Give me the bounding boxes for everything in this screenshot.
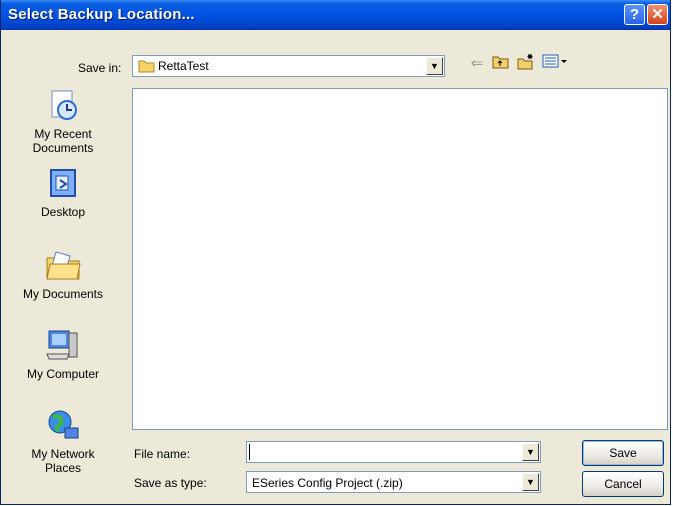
save-button[interactable]: Save xyxy=(582,440,664,466)
current-folder-text: RettaTest xyxy=(158,59,209,73)
save-in-label: Save in: xyxy=(78,61,122,75)
file-name-label: File name: xyxy=(134,447,191,461)
save-dialog: Select Backup Location... ? ✕ Save in: R… xyxy=(0,0,671,505)
my-computer-icon xyxy=(8,328,118,365)
save-as-type-label: Save as type: xyxy=(134,476,207,490)
network-places-icon xyxy=(8,408,118,445)
chevron-down-icon[interactable]: ▼ xyxy=(426,57,443,75)
back-arrow-icon[interactable]: ⇐ xyxy=(467,54,487,74)
folder-icon xyxy=(138,59,155,76)
chevron-down-icon[interactable]: ▼ xyxy=(522,473,539,491)
save-in-dropdown[interactable]: RettaTest ▼ xyxy=(132,55,445,77)
file-name-input[interactable] xyxy=(249,444,520,460)
close-button[interactable]: ✕ xyxy=(647,4,668,25)
cancel-button[interactable]: Cancel xyxy=(582,471,664,497)
views-menu-icon[interactable] xyxy=(542,54,570,74)
new-folder-icon[interactable] xyxy=(516,54,536,74)
save-as-type-value: ESeries Config Project (.zip) xyxy=(252,476,403,490)
file-name-combo[interactable]: ▼ xyxy=(246,441,541,463)
up-folder-icon[interactable] xyxy=(490,54,510,74)
place-my-network-places[interactable]: My Network Places xyxy=(8,408,118,475)
window-title: Select Backup Location... xyxy=(8,6,195,23)
desktop-icon xyxy=(8,168,118,203)
place-my-documents[interactable]: My Documents xyxy=(8,248,118,301)
help-button[interactable]: ? xyxy=(624,4,645,25)
place-desktop[interactable]: Desktop xyxy=(8,168,118,219)
title-bar[interactable]: Select Backup Location... ? ✕ xyxy=(1,0,670,30)
my-documents-icon xyxy=(8,248,118,285)
file-list-view[interactable] xyxy=(132,88,668,430)
save-as-type-dropdown[interactable]: ESeries Config Project (.zip) ▼ xyxy=(246,471,541,493)
place-my-computer[interactable]: My Computer xyxy=(8,328,118,381)
place-my-recent-documents[interactable]: My Recent Documents xyxy=(8,88,118,155)
chevron-down-icon[interactable]: ▼ xyxy=(522,443,539,461)
recent-documents-icon xyxy=(8,88,118,125)
